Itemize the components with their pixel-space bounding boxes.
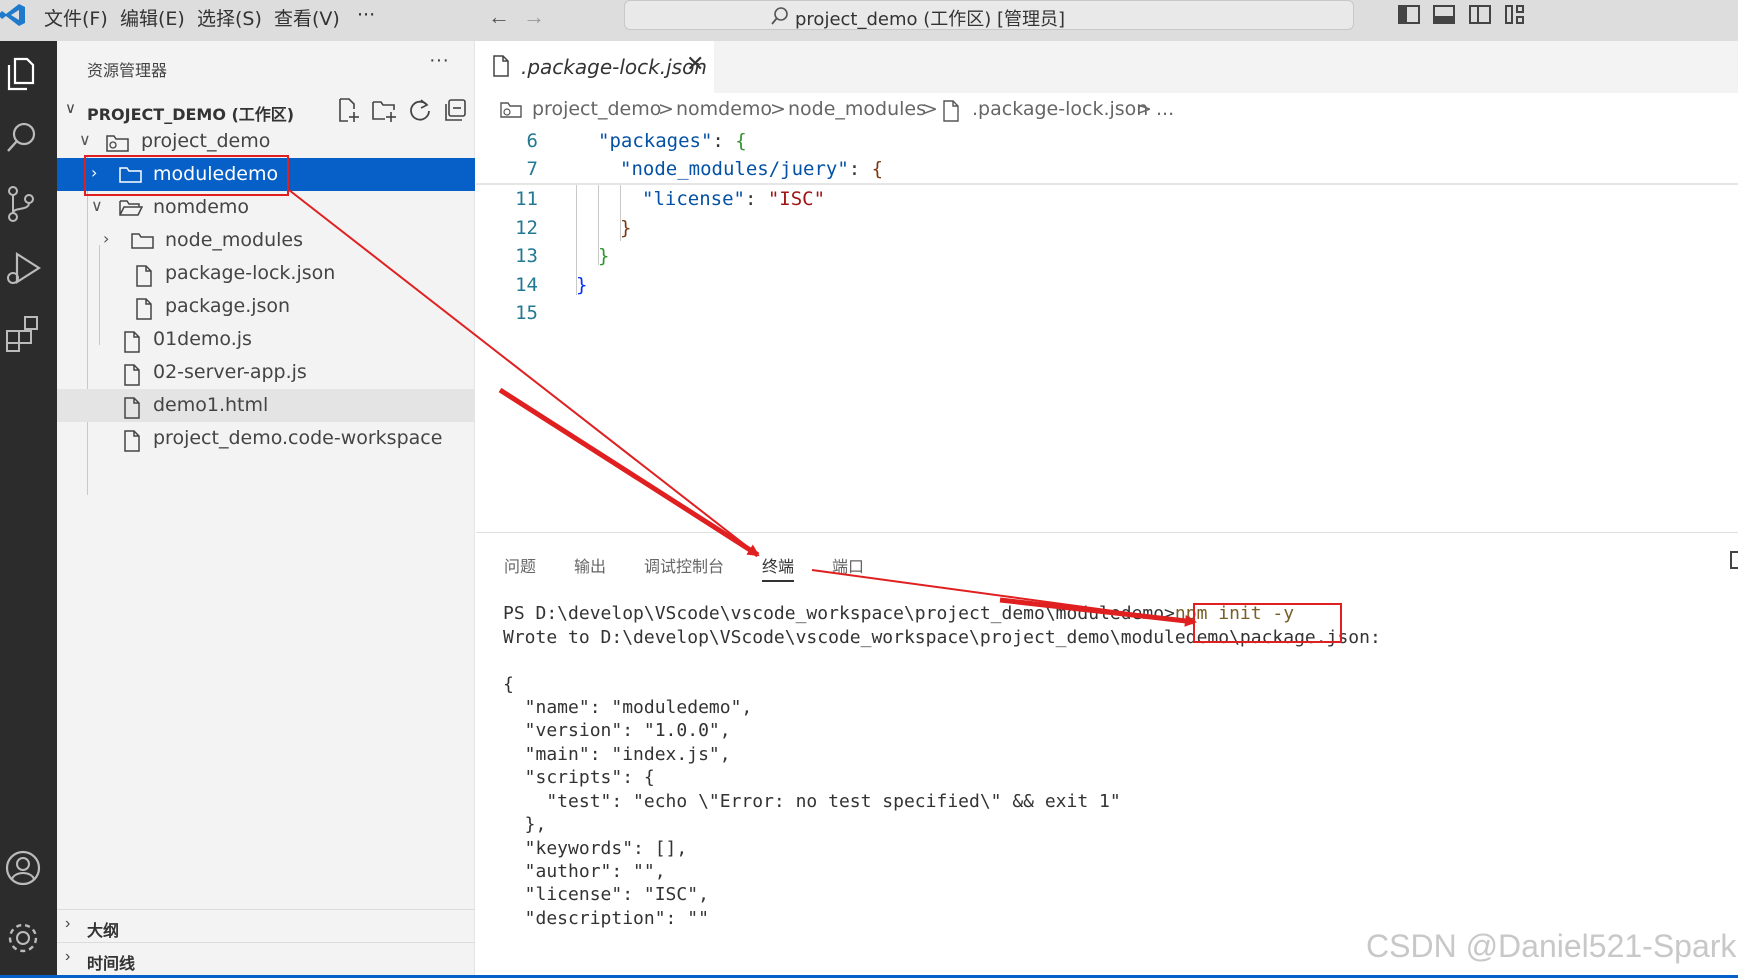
annotation-arrow-to-command (999, 597, 1197, 627)
annotation-arrows (288, 189, 1197, 627)
annotation-arrow-thin (288, 189, 759, 556)
watermark: CSDN @Daniel521-Spark (1366, 928, 1737, 964)
annotation-arrow-to-terminal (498, 387, 760, 558)
